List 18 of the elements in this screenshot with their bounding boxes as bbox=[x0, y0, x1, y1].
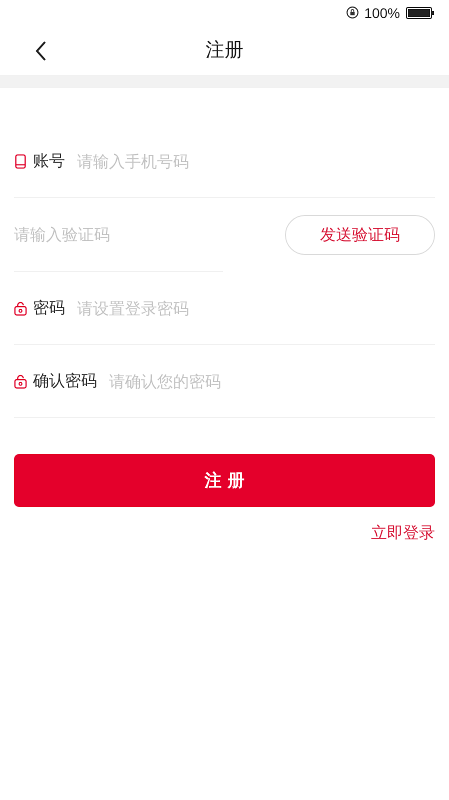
field-label: 密码 bbox=[33, 298, 65, 318]
field-label: 确认密码 bbox=[33, 370, 97, 392]
battery-icon bbox=[405, 6, 435, 18]
battery-percent: 100% bbox=[364, 4, 400, 20]
field-label: 账号 bbox=[33, 150, 65, 172]
code-input-field[interactable]: 请输入验证码 bbox=[14, 225, 223, 244]
rotation-lock-icon bbox=[346, 6, 360, 19]
register-button[interactable]: 注 册 bbox=[14, 454, 435, 507]
page-title: 注册 bbox=[206, 38, 244, 63]
send-code-button[interactable]: 发送验证码 bbox=[285, 215, 435, 255]
back-icon[interactable] bbox=[35, 41, 47, 61]
input-field[interactable]: 请输入手机号码 bbox=[77, 152, 435, 170]
lock-icon bbox=[14, 374, 27, 388]
input-field[interactable]: 请确认您的密码 bbox=[109, 372, 435, 390]
phone-icon bbox=[14, 154, 27, 168]
input-field[interactable]: 请设置登录密码 bbox=[77, 298, 435, 318]
login-link[interactable]: 立即登录 bbox=[371, 523, 435, 544]
lock-icon bbox=[14, 300, 27, 316]
